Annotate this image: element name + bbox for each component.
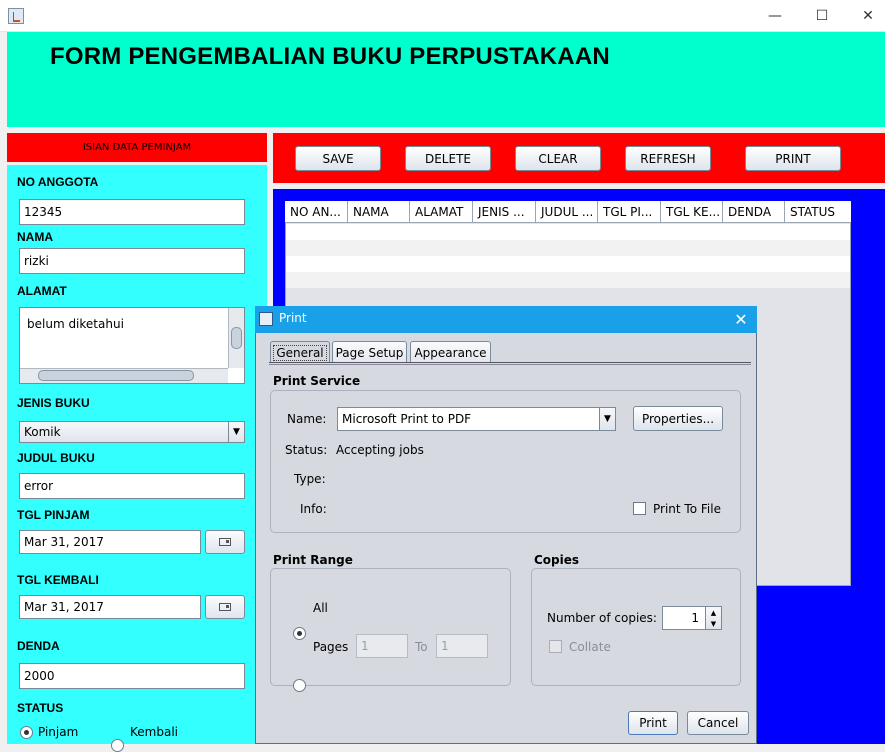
range-all-label: All [313,601,328,615]
status-kembali-radio[interactable] [111,739,124,752]
status-kembali-label: Kembali [130,725,178,739]
jenis-buku-label: JENIS BUKU [17,396,90,410]
java-app-icon [259,312,273,326]
copies-spinner[interactable]: ▲ ▼ [705,606,722,630]
print-range-group [270,568,511,686]
status-pinjam-label: Pinjam [38,725,79,739]
range-pages-label: Pages [313,640,349,654]
chevron-down-icon[interactable]: ▼ [711,620,716,628]
delete-button[interactable]: DELETE [405,146,491,171]
column-header[interactable]: TGL KE... [661,201,723,223]
denda-label: DENDA [17,639,60,653]
pages-from-input[interactable]: 1 [356,634,408,658]
column-header[interactable]: ALAMAT [410,201,473,223]
tgl-pinjam-input[interactable]: Mar 31, 2017 [19,530,201,554]
number-of-copies-label: Number of copies: [547,611,657,625]
clear-button[interactable]: CLEAR [515,146,601,171]
no-anggota-label: NO ANGGOTA [17,175,99,189]
print-dialog-titlebar [255,306,757,333]
pages-to-input[interactable]: 1 [436,634,488,658]
tab-label: General [273,344,327,361]
printer-name: Microsoft Print to PDF [342,412,472,426]
status-label: Status: [285,443,328,457]
tgl-kembali-calendar-button[interactable] [205,595,245,619]
column-header[interactable]: STATUS [785,201,849,223]
jenis-buku-value: Komik [24,425,61,439]
close-icon[interactable]: ✕ [730,308,752,330]
tgl-pinjam-calendar-button[interactable] [205,530,245,554]
range-all-radio[interactable] [293,627,306,640]
print-to-file-label: Print To File [653,502,721,516]
column-header[interactable]: JUDUL ... [536,201,598,223]
print-to-file-checkbox[interactable] [633,502,646,515]
tgl-kembali-label: TGL KEMBALI [17,573,99,587]
collate-checkbox[interactable] [549,640,562,653]
tab-divider [269,362,751,365]
status-value: Accepting jobs [336,443,424,457]
column-header[interactable]: TGL PI... [598,201,661,223]
left-edge [0,32,7,744]
alamat-value: belum diketahui [27,317,124,331]
properties-button[interactable]: Properties... [633,406,723,431]
table-row[interactable] [286,272,850,288]
tgl-pinjam-label: TGL PINJAM [17,508,90,522]
table-row[interactable] [286,256,850,272]
close-button[interactable]: ✕ [845,0,885,32]
column-header[interactable]: NAMA [348,201,410,223]
chevron-down-icon[interactable]: ▼ [599,408,615,430]
printer-select[interactable]: Microsoft Print to PDF ▼ [337,407,616,431]
nama-input[interactable]: rizki [19,248,245,274]
chevron-up-icon[interactable]: ▲ [711,609,716,617]
alamat-vscroll-thumb[interactable] [231,327,242,349]
collate-label: Collate [569,640,611,654]
status-label: STATUS [17,701,64,715]
page-title: FORM PENGEMBALIAN BUKU PERPUSTAKAAN [50,43,610,70]
print-button[interactable]: PRINT [745,146,841,171]
alamat-hscroll-thumb[interactable] [38,370,194,381]
name-label: Name: [287,412,327,426]
pages-to-label: To [415,640,428,654]
type-label: Type: [294,472,326,486]
table-row[interactable] [286,240,850,256]
status-pinjam-radio[interactable] [20,726,33,739]
tgl-kembali-input[interactable]: Mar 31, 2017 [19,595,201,619]
dialog-print-button[interactable]: Print [628,711,678,735]
calendar-icon [219,538,231,546]
no-anggota-input[interactable]: 12345 [19,199,245,225]
judul-buku-label: JUDUL BUKU [17,451,95,465]
print-range-title: Print Range [273,553,353,567]
range-pages-radio[interactable] [293,679,306,692]
tab-appearance[interactable]: Appearance [410,341,491,363]
nama-label: NAMA [17,230,53,244]
print-dialog-title: Print [279,311,307,325]
refresh-button[interactable]: REFRESH [625,146,711,171]
table-row[interactable] [286,224,850,240]
denda-input[interactable]: 2000 [19,663,245,689]
dialog-cancel-button[interactable]: Cancel [687,711,749,735]
copies-input[interactable]: 1 [662,606,706,630]
java-app-icon [8,8,24,24]
judul-buku-input[interactable]: error [19,473,245,499]
print-service-title: Print Service [273,374,361,388]
maximize-button[interactable]: ☐ [799,0,845,32]
form-panel-title: ISIAN DATA PEMINJAM [7,133,267,162]
info-label: Info: [300,502,327,516]
tab-page-setup[interactable]: Page Setup [332,341,407,363]
alamat-label: ALAMAT [17,284,67,298]
copies-title: Copies [534,553,580,567]
calendar-icon [219,603,231,611]
minimize-button[interactable]: — [752,0,798,32]
column-header[interactable]: JENIS ... [473,201,536,223]
chevron-down-icon[interactable]: ▼ [228,422,244,442]
table-header: NO AN... NAMA ALAMAT JENIS ... JUDUL ...… [285,201,851,223]
tab-general[interactable]: General [270,341,330,363]
column-header[interactable]: DENDA [723,201,785,223]
jenis-buku-select[interactable]: Komik ▼ [19,421,245,443]
save-button[interactable]: SAVE [295,146,381,171]
column-header[interactable]: NO AN... [285,201,348,223]
